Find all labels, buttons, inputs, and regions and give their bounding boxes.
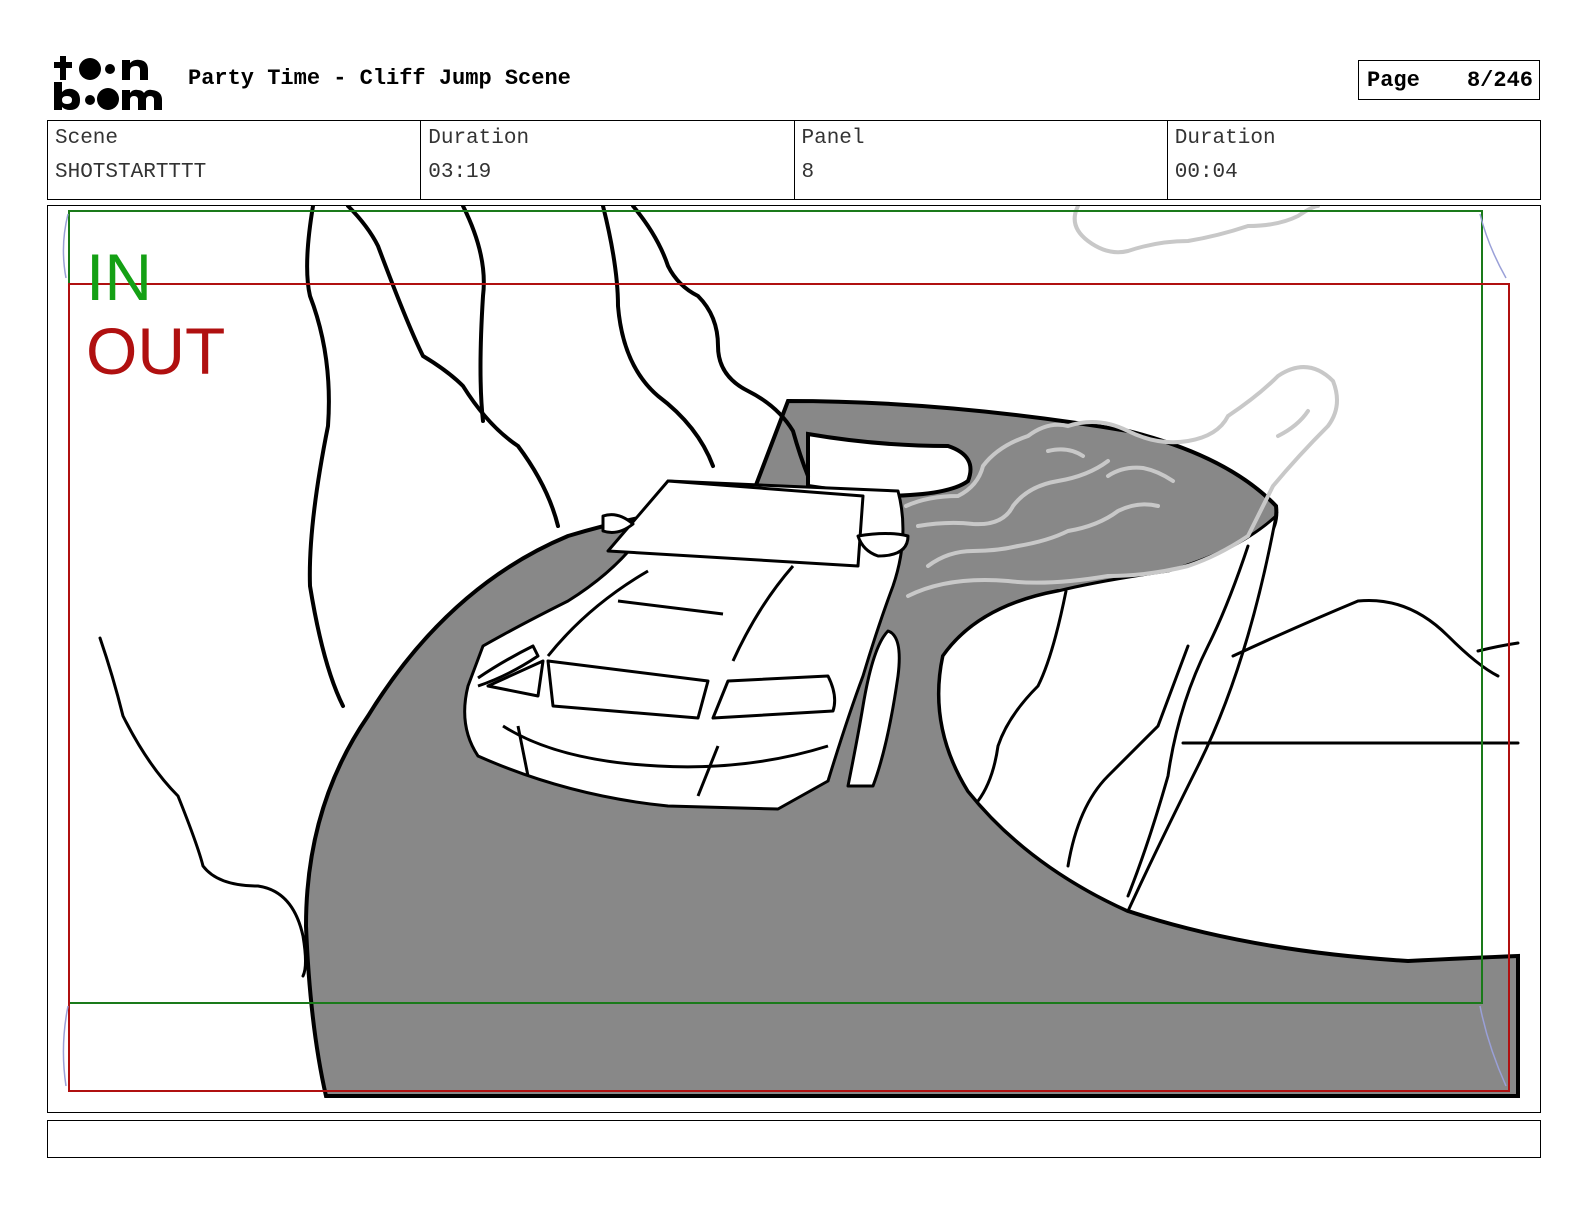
page-number: 8/246 bbox=[1466, 67, 1533, 93]
panel-duration-value: 00:04 bbox=[1174, 161, 1238, 184]
panel-drawing bbox=[62, 206, 1520, 1098]
out-frame-label: OUT bbox=[86, 314, 226, 388]
panel-label: Panel bbox=[801, 127, 865, 150]
scene-cell: Scene SHOTSTARTTTT bbox=[48, 121, 422, 199]
document-title: Party Time - Cliff Jump Scene bbox=[188, 66, 571, 91]
panel-cell: Panel 8 bbox=[795, 121, 1168, 199]
scene-duration-value: 03:19 bbox=[428, 161, 492, 184]
panel-value: 8 bbox=[801, 161, 815, 184]
scene-duration-label: Duration bbox=[428, 127, 530, 150]
scene-duration-cell: Duration 03:19 bbox=[421, 121, 795, 199]
in-frame-label: IN bbox=[86, 240, 152, 314]
scene-info-table: Scene SHOTSTARTTTT Duration 03:19 Panel … bbox=[47, 120, 1541, 200]
page-indicator: Page 8/246 bbox=[1358, 60, 1540, 100]
page-label: Page bbox=[1367, 67, 1420, 93]
storyboard-panel: IN OUT bbox=[47, 205, 1541, 1113]
scene-value: SHOTSTARTTTT bbox=[55, 161, 207, 184]
scene-label: Scene bbox=[55, 127, 119, 150]
toon-boom-logo bbox=[54, 56, 162, 110]
panel-duration-label: Duration bbox=[1174, 127, 1276, 150]
panel-caption-box bbox=[47, 1120, 1541, 1158]
panel-duration-cell: Duration 00:04 bbox=[1168, 121, 1540, 199]
